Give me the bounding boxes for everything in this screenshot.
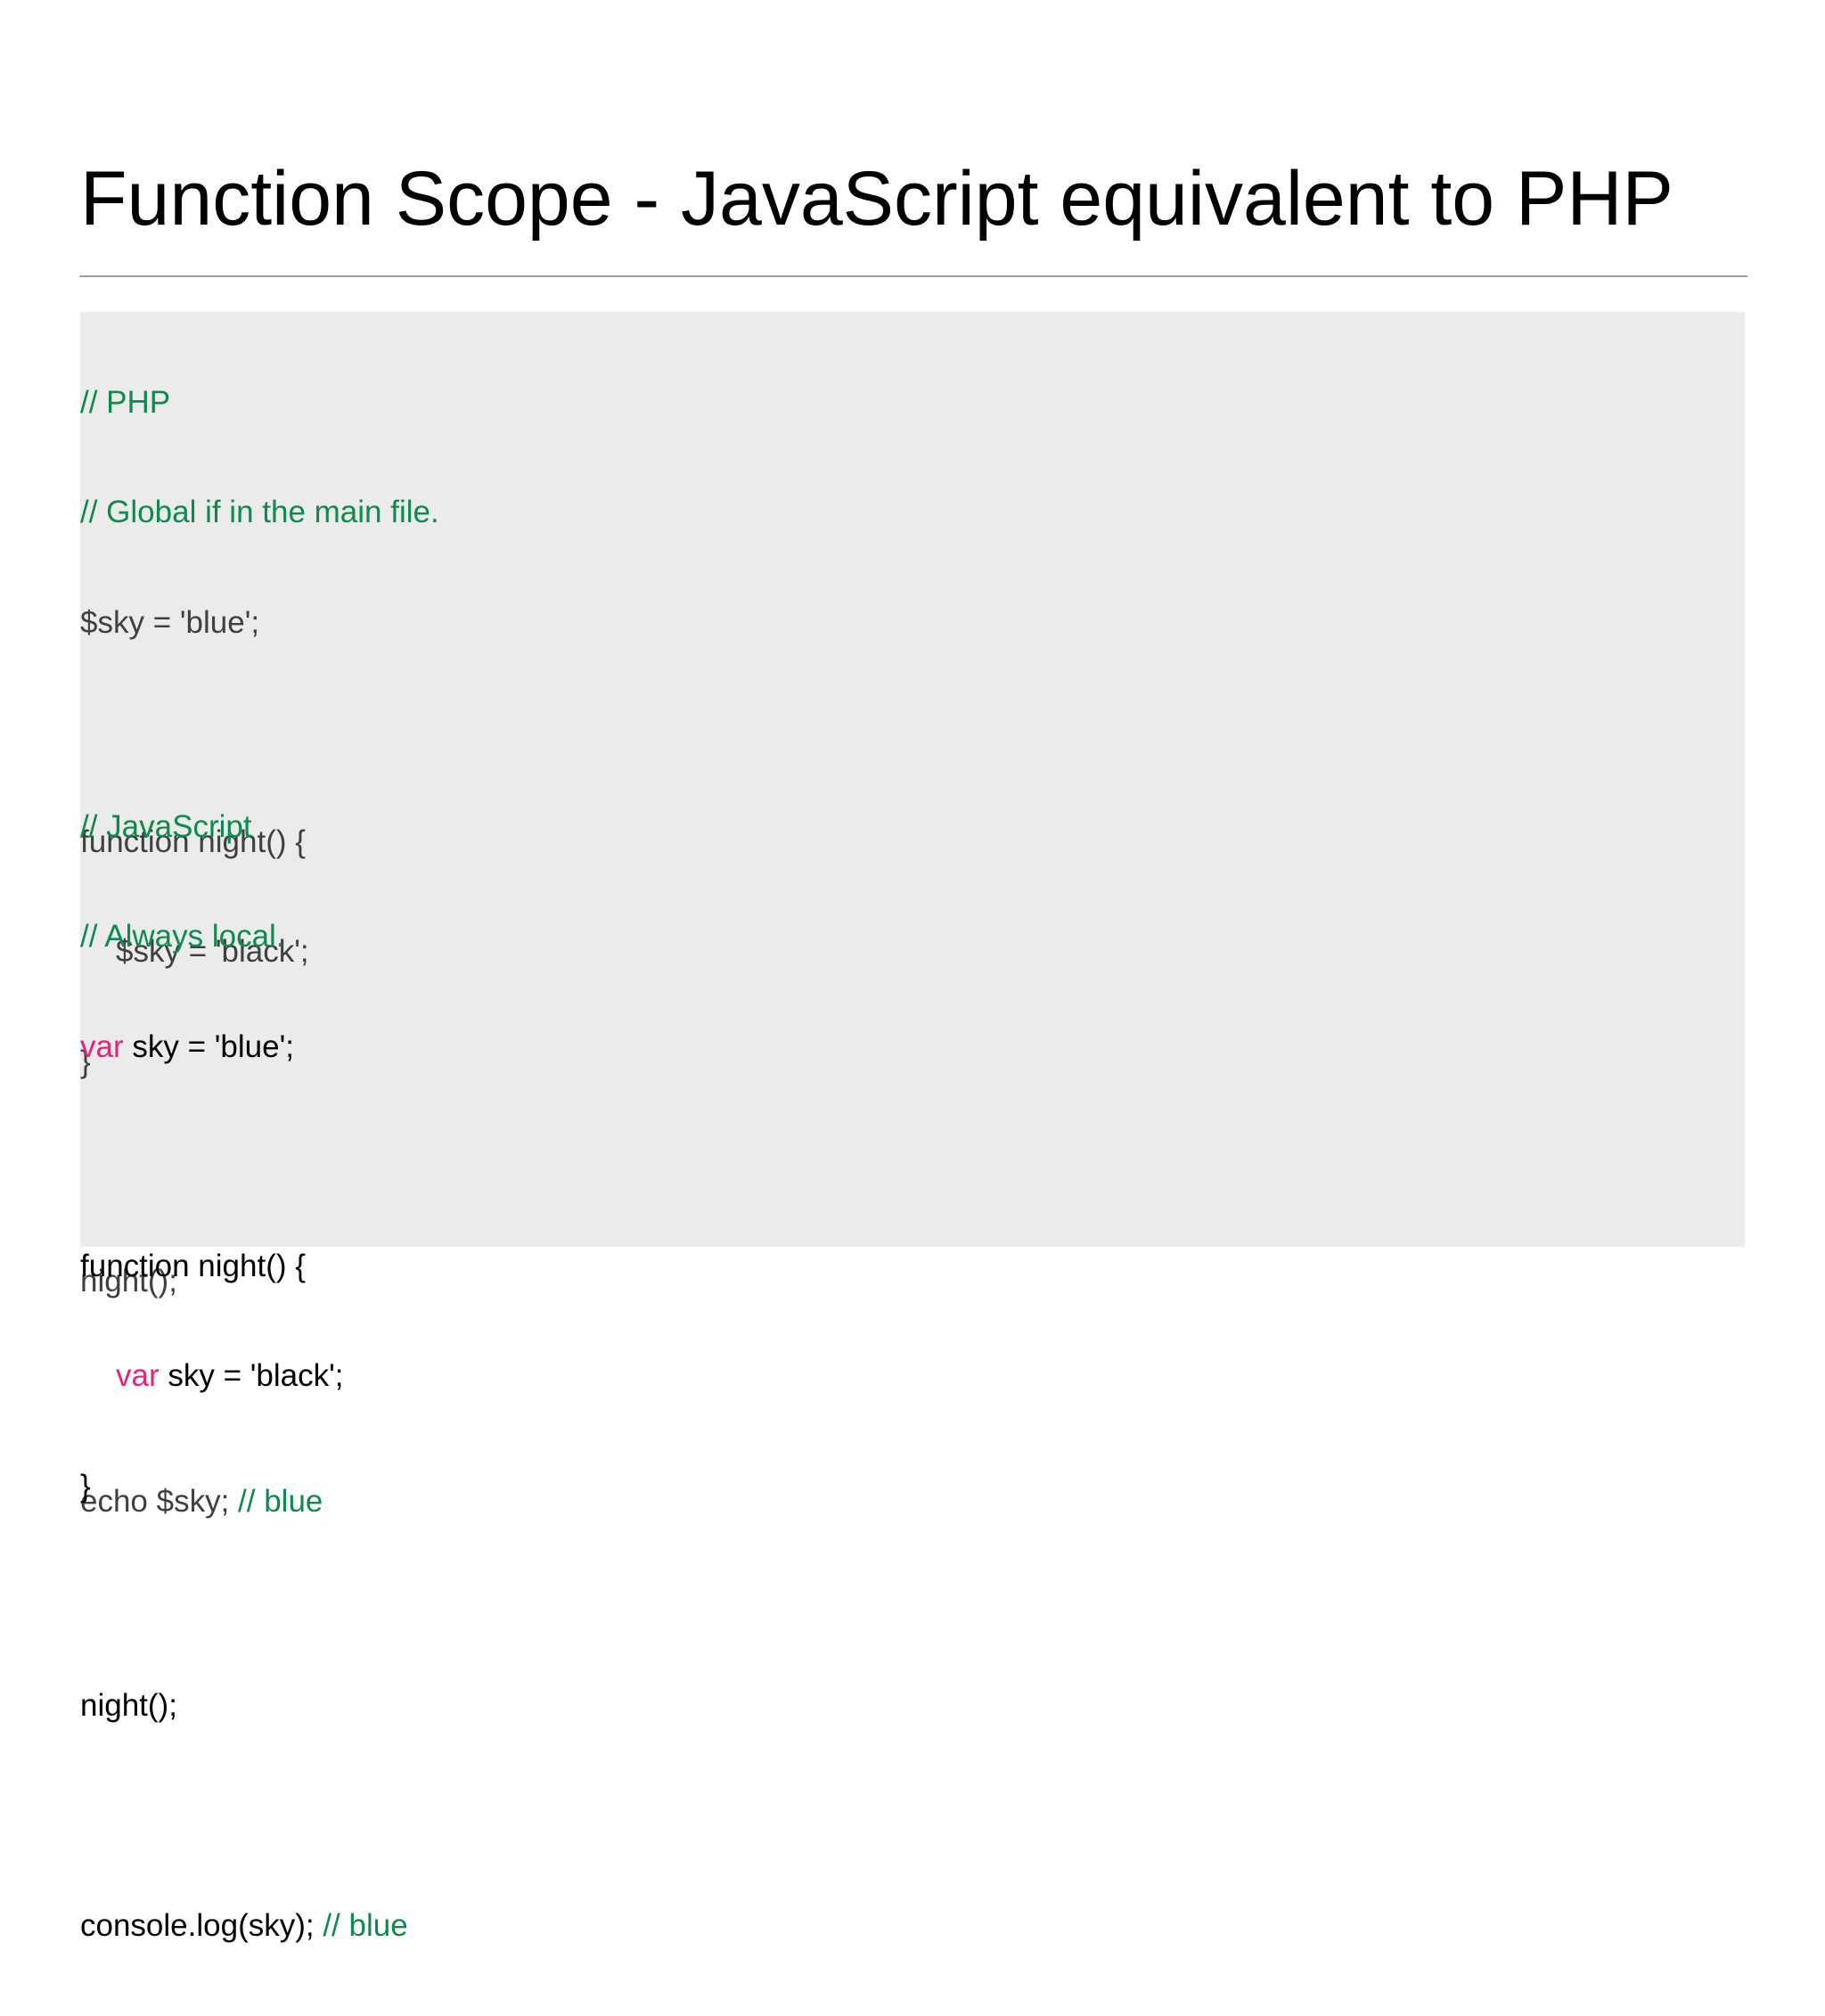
code-text: function night() { [80,1249,306,1284]
code-comment: // Global if in the main file. [80,495,439,530]
code-text: sky = 'blue'; [123,1028,294,1064]
code-line: // JavaScript [80,807,408,846]
code-text: night(); [80,1688,177,1724]
code-keyword: var [116,1358,160,1394]
code-line: var sky = 'blue'; [80,1028,408,1066]
code-comment: // PHP [80,385,171,420]
code-line: night(); [80,1686,408,1725]
title-divider [79,275,1747,277]
code-line: $sky = 'blue'; [80,603,439,642]
code-comment: // Always local. [80,919,285,955]
slide-title: Function Scope - JavaScript equivalent t… [80,156,1674,242]
code-text: sky = 'black'; [159,1358,344,1394]
code-text: console.log(sky); [80,1907,323,1943]
code-comment: // blue [323,1907,408,1943]
code-text: $sky = 'blue'; [80,604,260,640]
code-line: function night() { [80,1247,408,1285]
code-line: } [80,1467,408,1505]
code-comment: // JavaScript [80,809,252,844]
code-line: // PHP [80,383,439,422]
code-text: } [80,1468,91,1504]
code-line: console.log(sky); // blue [80,1906,408,1945]
code-panel: // PHP // Global if in the main file. $s… [80,312,1745,1943]
code-keyword: var [80,1028,124,1064]
code-line: var sky = 'black'; [80,1356,408,1395]
code-line: // Always local. [80,917,408,955]
js-code-block: // JavaScript // Always local. var sky =… [80,736,408,2016]
code-line: // Global if in the main file. [80,493,439,531]
